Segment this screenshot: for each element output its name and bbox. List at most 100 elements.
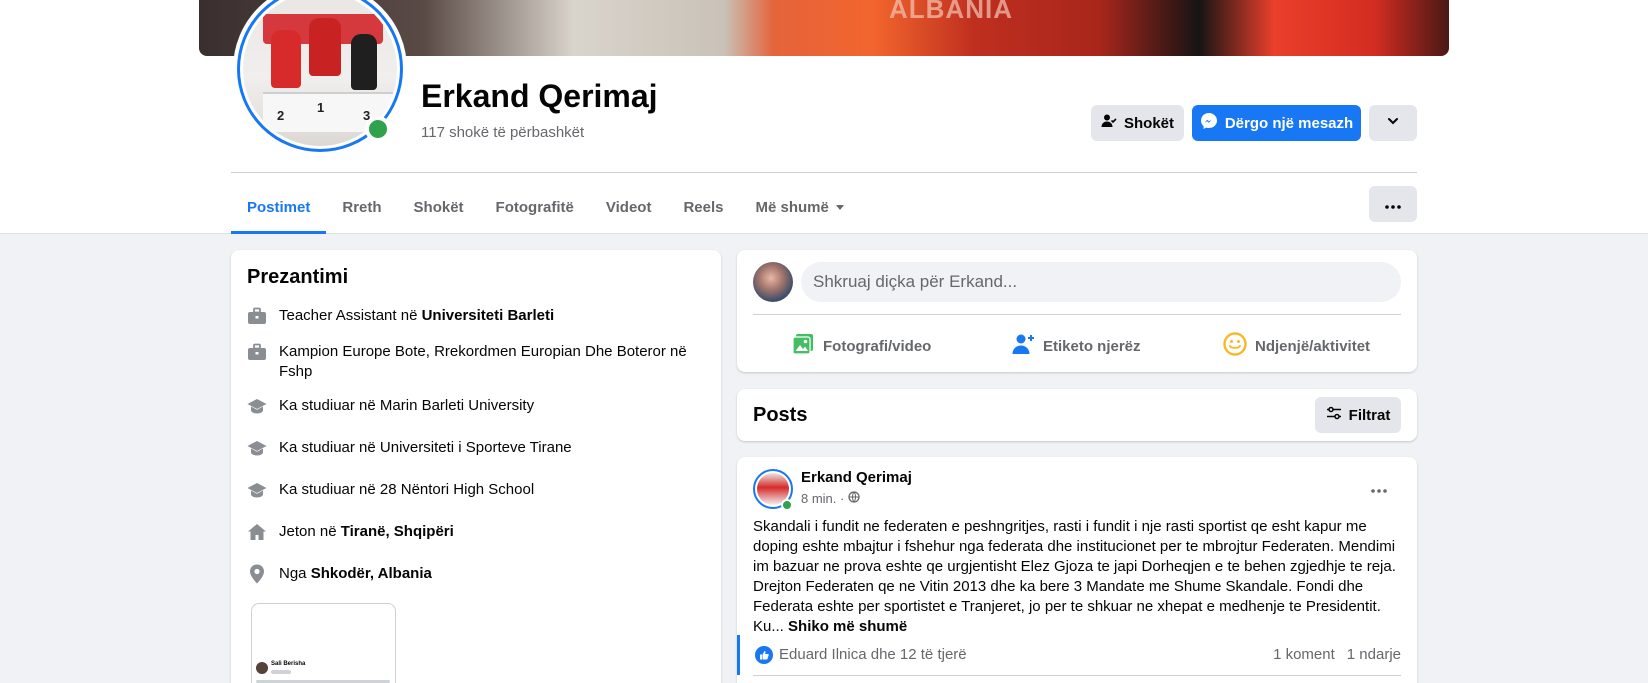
tab-label: Më shumë <box>755 198 829 216</box>
tab-videos[interactable]: Videot <box>590 180 668 234</box>
intro-item: Ka studiuar në Universiteti i Sporteve T… <box>247 438 707 458</box>
intro-item-text: Nga <box>279 565 311 582</box>
tab-about[interactable]: Rreth <box>326 180 397 234</box>
intro-item: Teacher Assistant në Universiteti Barlet… <box>247 306 707 326</box>
send-message-button[interactable]: Dërgo një mesazh <box>1192 105 1361 141</box>
chevron-down-icon <box>1386 114 1400 132</box>
post-options-button[interactable] <box>1361 471 1397 507</box>
intro-title: Prezantimi <box>247 266 349 288</box>
reactions-summary[interactable]: Eduard Ilnica dhe 12 të tjerë <box>779 646 967 663</box>
tab-more[interactable]: Më shumë <box>739 180 860 234</box>
friends-button[interactable]: Shokët <box>1091 105 1184 141</box>
featured-meta-line <box>271 670 291 674</box>
tab-label: Rreth <box>342 198 382 216</box>
messenger-icon <box>1200 112 1218 134</box>
friends-button-label: Shokët <box>1123 114 1174 132</box>
intro-item-text: Kampion Europe Bote, Rrekordmen Europian… <box>279 343 687 380</box>
feeling-activity-button[interactable]: Ndjenjë/aktivitet <box>1223 326 1370 366</box>
focus-indicator <box>737 635 740 675</box>
athlete-figure <box>271 30 301 88</box>
globe-icon <box>848 491 860 506</box>
intro-item: Ka studiuar në Marin Barleti University <box>247 396 707 416</box>
intro-item-text: Jeton në <box>279 523 341 540</box>
profile-name: Erkand Qerimaj <box>421 78 658 114</box>
athlete-figure <box>351 34 377 90</box>
intro-item-link[interactable]: Shkodër, Albania <box>311 565 432 582</box>
briefcase-icon <box>247 306 267 326</box>
tab-label: Videot <box>605 198 652 216</box>
photo-icon <box>791 332 815 360</box>
composer-input[interactable]: Shkruaj diçka për Erkand... <box>801 262 1401 302</box>
user-avatar[interactable] <box>753 262 793 302</box>
tab-photos[interactable]: Fotografitë <box>480 180 590 234</box>
briefcase-icon <box>247 342 267 362</box>
intro-item-text: Teacher Assistant në <box>279 307 422 324</box>
tag-people-icon <box>1011 332 1035 360</box>
ellipsis-icon <box>1385 196 1401 213</box>
shares-count[interactable]: 1 ndarje <box>1347 646 1401 663</box>
featured-story[interactable]: Sali Berisha <box>251 603 396 683</box>
post-composer: Shkruaj diçka për Erkand... Fotografi/vi… <box>737 250 1417 372</box>
post-body: Skandali i fundit ne federaten e peshngr… <box>753 517 1401 637</box>
post-divider <box>753 675 1401 676</box>
comments-count[interactable]: 1 koment <box>1273 646 1335 663</box>
athlete-figure <box>309 18 341 76</box>
see-more-link[interactable]: Shiko më shumë <box>788 618 907 635</box>
tab-label: Postimet <box>247 198 311 216</box>
tab-label: Shokët <box>413 198 464 216</box>
intro-item-link[interactable]: Tiranë, Shqipëri <box>341 523 454 540</box>
post-author-name[interactable]: Erkand Qerimaj <box>801 469 912 486</box>
caret-down-icon <box>835 199 845 216</box>
online-status-dot <box>781 499 793 511</box>
intro-item: Nga Shkodër, Albania <box>247 564 707 584</box>
photo-video-label: Fotografi/video <box>823 337 932 355</box>
podium-number: 2 <box>277 108 285 123</box>
profile-menu-button[interactable] <box>1369 186 1417 222</box>
featured-author: Sali Berisha <box>271 661 306 667</box>
more-options-dropdown[interactable] <box>1369 105 1417 141</box>
tab-posts[interactable]: Postimet <box>231 180 327 234</box>
location-pin-icon <box>247 564 267 584</box>
profile-tabs: Postimet Rreth Shokët Fotografitë Videot… <box>231 180 861 234</box>
smiley-icon <box>1223 332 1247 360</box>
filters-label: Filtrat <box>1348 406 1391 424</box>
tab-reels[interactable]: Reels <box>667 180 739 234</box>
featured-avatar <box>256 662 268 674</box>
post-meta: 8 min. · <box>801 491 860 506</box>
intro-item-link[interactable]: Universiteti Barleti <box>422 307 555 324</box>
send-message-label: Dërgo një mesazh <box>1224 114 1354 132</box>
post-timestamp[interactable]: 8 min. · <box>801 491 844 506</box>
tag-people-button[interactable]: Etiketo njerëz <box>1011 326 1141 366</box>
intro-item-text: Ka studiuar në 28 Nëntori High School <box>279 481 535 498</box>
friend-check-icon <box>1101 113 1117 133</box>
online-status-dot <box>365 116 391 142</box>
post: Erkand Qerimaj 8 min. · Skandali i fundi… <box>737 457 1417 683</box>
graduation-cap-icon <box>247 396 267 416</box>
tab-friends[interactable]: Shokët <box>398 180 480 234</box>
intro-item: Kampion Europe Bote, Rrekordmen Europian… <box>247 342 707 382</box>
filter-sliders-icon <box>1326 406 1342 424</box>
graduation-cap-icon <box>247 480 267 500</box>
ellipsis-icon <box>1371 480 1387 498</box>
post-reactions-bar: Eduard Ilnica dhe 12 të tjerë 1 koment 1… <box>737 635 1417 675</box>
intro-item-text: Ka studiuar në Universiteti i Sporteve T… <box>279 439 572 456</box>
intro-card: Prezantimi Teacher Assistant në Universi… <box>231 250 721 683</box>
posts-title: Posts <box>753 404 808 426</box>
feeling-activity-label: Ndjenjë/aktivitet <box>1255 337 1371 355</box>
composer-divider <box>753 314 1401 315</box>
graduation-cap-icon <box>247 438 267 458</box>
tag-people-label: Etiketo njerëz <box>1043 337 1141 355</box>
home-icon <box>247 522 267 542</box>
podium-number: 1 <box>317 100 325 115</box>
cover-text: ALBANIA <box>889 0 1013 24</box>
tab-label: Reels <box>683 198 724 216</box>
intro-item-text: Ka studiuar në Marin Barleti University <box>279 397 535 414</box>
intro-item: Jeton në Tiranë, Shqipëri <box>247 522 707 542</box>
filters-button[interactable]: Filtrat <box>1315 397 1401 433</box>
tab-label: Fotografitë <box>495 198 574 216</box>
intro-item: Ka studiuar në 28 Nëntori High School <box>247 480 707 500</box>
photo-video-button[interactable]: Fotografi/video <box>791 326 931 366</box>
header-divider <box>231 172 1417 173</box>
posts-header: Posts Filtrat <box>737 389 1417 441</box>
mutual-friends-link[interactable]: 117 shokë të përbashkët <box>421 124 584 141</box>
